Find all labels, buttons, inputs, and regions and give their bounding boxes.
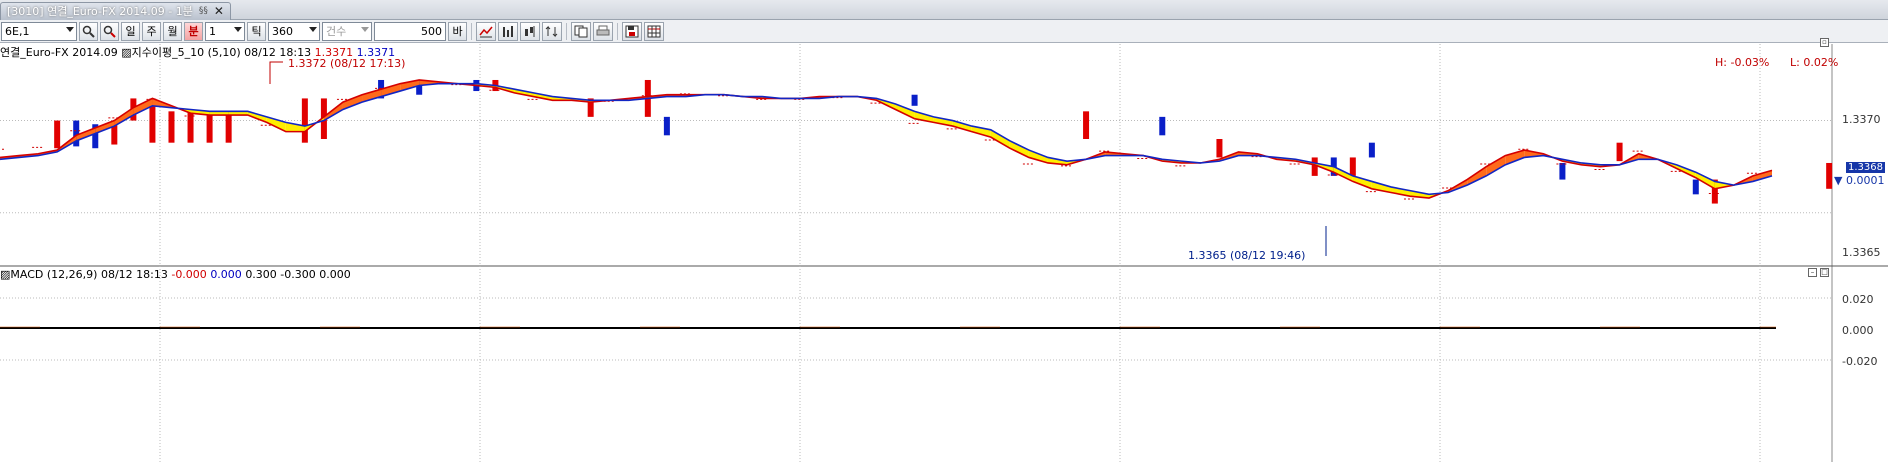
signal-bar-31 <box>1826 162 1833 189</box>
candle-chart-icon <box>525 25 535 37</box>
close-icon[interactable]: ✕ <box>214 4 224 18</box>
title-bar: [3010] 연결_Euro-FX 2014.09 - 1분 §§ ✕ <box>0 0 1888 20</box>
legend-indicator-icon: ▨ <box>121 46 132 59</box>
table-button[interactable] <box>644 21 664 41</box>
bar-chart-icon <box>503 25 513 37</box>
minute-value: 1 <box>209 24 216 38</box>
day-button[interactable]: 일 <box>121 21 140 41</box>
ma-fast-line <box>0 79 1773 199</box>
signal-bar-8 <box>206 111 213 143</box>
ma-band-18 <box>342 94 363 110</box>
signal-bar-28 <box>1616 142 1623 162</box>
macd-y-tick-2: 0.000 <box>1842 324 1874 337</box>
search-button[interactable] <box>79 21 98 41</box>
signal-bar-20 <box>1083 111 1090 139</box>
signal-bar-22 <box>1216 139 1223 158</box>
macd-signal-value: 0.000 <box>210 268 242 281</box>
legend-symbol: 연결_Euro-FX 2014.09 <box>0 46 118 59</box>
chevron-down-icon <box>361 26 369 32</box>
bar-button[interactable]: 바 <box>448 21 467 41</box>
toolbar-separator <box>471 22 472 40</box>
updown-button[interactable] <box>542 21 562 41</box>
signal-bar-19 <box>911 94 918 106</box>
count-label: 건수 <box>326 25 347 38</box>
candle-chart-button[interactable] <box>520 21 540 41</box>
save-icon <box>625 25 639 37</box>
y-tick-2: 1.3365 <box>1842 246 1881 259</box>
tab-badge: §§ <box>198 6 208 16</box>
signal-bar-6 <box>168 111 175 143</box>
ma-slow-line <box>0 82 1773 196</box>
copy-button[interactable] <box>571 21 591 41</box>
symbol-value: 6E,1 <box>5 24 30 38</box>
updown-icon <box>545 25 558 37</box>
price-layer <box>0 61 1833 256</box>
toolbar-separator <box>566 22 567 40</box>
signal-bar-10 <box>301 98 308 143</box>
bar-chart-button[interactable] <box>498 21 518 41</box>
search-red-button[interactable] <box>100 21 119 41</box>
low-change: L: 0.02% <box>1790 56 1839 69</box>
pane-maximize-icon[interactable]: □ <box>1820 268 1829 277</box>
window-title: [3010] 연결_Euro-FX 2014.09 - 1분 <box>7 5 193 18</box>
print-button[interactable] <box>593 21 613 41</box>
signal-bar-0 <box>54 120 61 149</box>
signal-bar-9 <box>225 111 232 143</box>
month-button[interactable]: 월 <box>163 21 182 41</box>
pane-restore-icon[interactable]: ▫ <box>1820 38 1829 47</box>
chart-area[interactable]: 연결_Euro-FX 2014.09 ▨지수이평_5_10 (5,10) 08/… <box>0 38 1888 462</box>
symbol-select[interactable]: 6E,1 <box>1 21 77 41</box>
count-input[interactable] <box>374 21 446 41</box>
signal-bar-29 <box>1692 179 1699 195</box>
pane-minimize-icon[interactable]: – <box>1808 268 1817 277</box>
macd-y-tick-1: 0.020 <box>1842 293 1874 306</box>
count-select[interactable]: 건수 <box>322 21 372 41</box>
tick-button[interactable]: 틱 <box>247 21 266 41</box>
print-icon <box>596 25 610 35</box>
chevron-down-icon <box>234 26 242 32</box>
toolbar: 6E,1 일 주 월 분 1 틱 360 건수 바 <box>0 20 1888 43</box>
current-change: ▼ 0.0001 <box>1834 174 1885 187</box>
tick-select[interactable]: 360 <box>268 21 320 41</box>
macd-rest-values: 0.300 -0.300 0.000 <box>245 268 351 281</box>
y-tick-1: 1.3370 <box>1842 113 1881 126</box>
signal-bar-26 <box>1368 142 1375 158</box>
tick-value: 360 <box>272 24 293 38</box>
copy-icon <box>574 25 588 37</box>
current-price-tag: 1.3368 <box>1846 162 1885 173</box>
chart-canvas[interactable] <box>0 44 1888 462</box>
table-icon <box>647 25 661 37</box>
macd-value: -0.000 <box>171 268 207 281</box>
search-icon <box>82 25 95 38</box>
line-chart-button[interactable] <box>476 21 496 41</box>
max-price-label: 1.3372 (08/12 17:13) <box>288 57 406 70</box>
chevron-down-icon <box>66 26 74 32</box>
signal-bar-23 <box>1311 157 1318 176</box>
toolbar-separator <box>617 22 618 40</box>
week-button[interactable]: 주 <box>142 21 161 41</box>
save-button[interactable] <box>622 21 642 41</box>
legend-indicator: 지수이평_5_10 <box>131 46 205 59</box>
macd-y-tick-3: -0.020 <box>1842 355 1878 368</box>
min-price-label: 1.3365 (08/12 19:46) <box>1188 249 1306 262</box>
minute-button[interactable]: 분 <box>184 21 203 41</box>
line-chart-icon <box>479 26 493 37</box>
signal-bar-18 <box>663 116 670 136</box>
max-leader-line <box>269 61 283 84</box>
search-red-icon <box>103 25 116 38</box>
window-tab[interactable]: [3010] 연결_Euro-FX 2014.09 - 1분 §§ ✕ <box>0 1 231 20</box>
macd-layer <box>0 326 1776 329</box>
grid-layer <box>0 44 1888 462</box>
legend-params: (5,10) <box>207 46 241 59</box>
macd-legend: ▨MACD (12,26,9) 08/12 18:13 -0.000 0.000… <box>0 268 351 281</box>
high-change: H: -0.03% <box>1715 56 1770 69</box>
signal-bar-25 <box>1349 157 1356 176</box>
macd-legend-text: MACD (12,26,9) 08/12 18:13 <box>10 268 168 281</box>
signal-bar-27 <box>1559 162 1566 180</box>
signal-bar-21 <box>1159 116 1166 136</box>
chevron-down-icon <box>309 26 317 32</box>
macd-indicator-icon: ▨ <box>0 268 11 281</box>
minute-select[interactable]: 1 <box>205 21 245 41</box>
